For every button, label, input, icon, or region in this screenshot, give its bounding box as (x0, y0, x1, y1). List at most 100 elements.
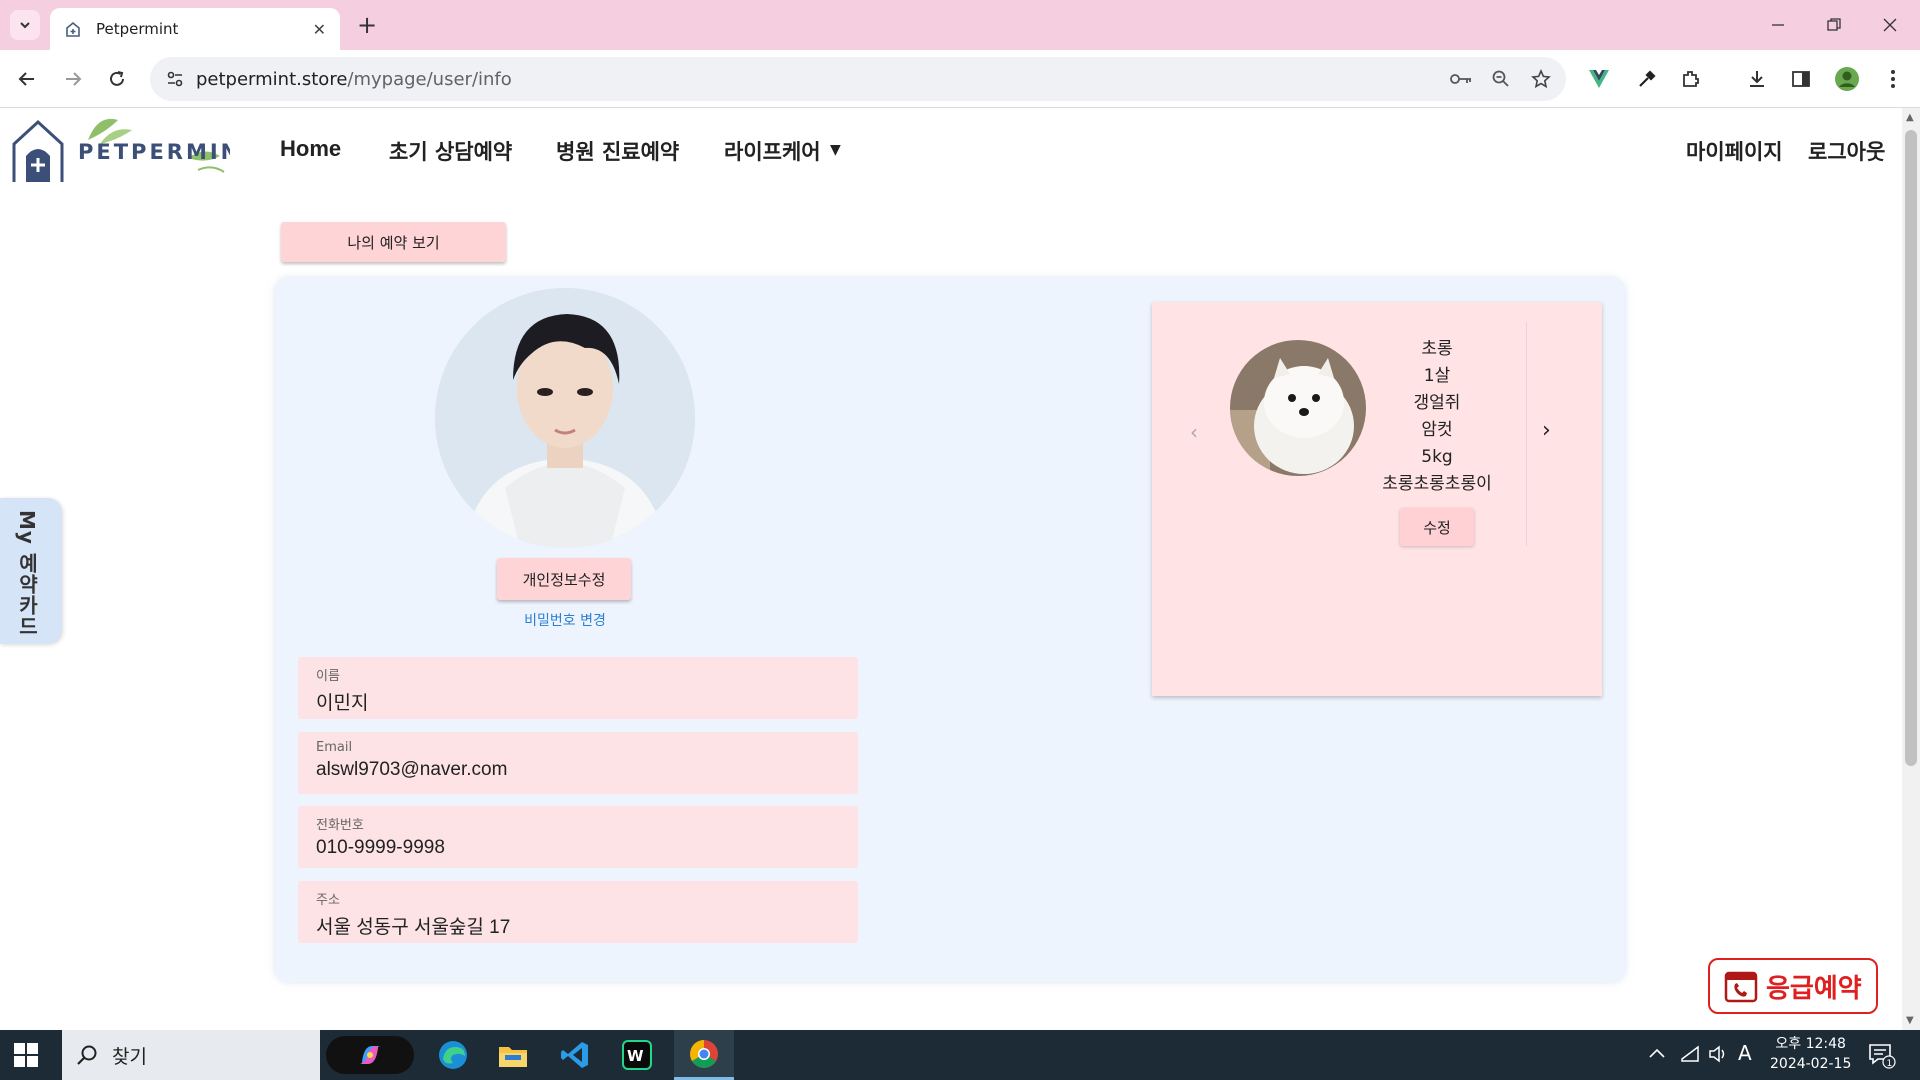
page-scrollbar[interactable]: ▲ ▼ (1902, 108, 1920, 1030)
scroll-up-icon[interactable]: ▲ (1906, 112, 1914, 123)
notification-count: 1 (1887, 1059, 1893, 1069)
start-button[interactable] (14, 1043, 38, 1071)
carousel-next-icon[interactable]: › (1542, 418, 1551, 443)
extensions-button[interactable] (1676, 64, 1706, 94)
name-label: 이름 (316, 669, 340, 684)
eyedropper-icon (1639, 70, 1656, 87)
phone-value: 010-9999-9998 (316, 837, 445, 858)
petpermint-logo[interactable]: PETPERMINT (8, 112, 230, 186)
tray-overflow-icon[interactable] (1648, 1045, 1666, 1063)
restore-button[interactable] (1806, 0, 1862, 50)
vue-devtools-extension[interactable] (1584, 64, 1614, 94)
notification-center-button[interactable]: 1 (1868, 1043, 1896, 1073)
url-path: /mypage/user/info (347, 68, 512, 90)
pet-slide: 초롱 1살 갱얼쥐 암컷 5kg 초롱초롱초롱이 수정 (1230, 322, 1527, 546)
more-vert-icon (1891, 70, 1895, 88)
password-key-button[interactable] (1446, 64, 1476, 94)
volume-icon[interactable] (1708, 1045, 1728, 1067)
vscode-taskbar-button[interactable] (546, 1030, 604, 1080)
address-value: 서울 성동구 서울숲길 17 (316, 917, 511, 938)
close-window-button[interactable] (1862, 0, 1918, 50)
view-my-reservations-button[interactable]: 나의 예약 보기 (281, 222, 506, 262)
new-tab-button[interactable]: + (352, 10, 382, 40)
name-value: 이민지 (316, 693, 369, 714)
webstorm-taskbar-button[interactable]: W (608, 1030, 666, 1080)
vue-icon (1589, 70, 1609, 88)
browser-toolbar: petpermint.store/mypage/user/info (0, 50, 1920, 108)
edge-taskbar-button[interactable] (424, 1030, 482, 1080)
file-explorer-button[interactable] (484, 1030, 542, 1080)
emergency-reservation-button[interactable]: 응급예약 (1708, 958, 1878, 1014)
taskbar-search-placeholder: 찾기 (112, 1045, 147, 1068)
pet-name: 초롱 (1421, 339, 1453, 359)
pet-edit-button[interactable]: 수정 (1400, 508, 1474, 546)
pet-carousel-card: ‹ 초롱 1살 갱얼쥐 암컷 5kg 초롱초롱초롱이 수정 › (1152, 302, 1602, 696)
nav-initial-consult[interactable]: 초기 상담예약 (389, 136, 512, 166)
reload-icon (110, 71, 124, 86)
user-avatar (435, 288, 695, 548)
edge-icon (439, 1041, 467, 1069)
reload-button[interactable] (102, 64, 132, 94)
pet-breed: 갱얼쥐 (1413, 393, 1461, 413)
address-label: 주소 (316, 893, 340, 908)
nav-home[interactable]: Home (280, 136, 341, 162)
tab-search-button[interactable] (10, 10, 40, 40)
puzzle-icon (1683, 71, 1699, 87)
scroll-down-icon[interactable]: ▼ (1906, 1015, 1914, 1026)
side-panel-button[interactable] (1786, 64, 1816, 94)
email-field: Email alswl9703@naver.com (298, 732, 858, 794)
scrollbar-thumb[interactable] (1905, 130, 1917, 766)
pet-weight: 5kg (1421, 447, 1453, 467)
profile-button[interactable] (1832, 64, 1862, 94)
downloads-button[interactable] (1742, 64, 1772, 94)
browser-menu-button[interactable] (1878, 64, 1908, 94)
side-tab-label: My 예약카드 (15, 510, 39, 637)
network-icon[interactable] (1680, 1045, 1700, 1067)
logo-text: PETPERMINT (78, 140, 230, 164)
site-info-button[interactable] (160, 64, 190, 94)
nav-logout[interactable]: 로그아웃 (1808, 136, 1885, 166)
notification-icon: 1 (1869, 1044, 1896, 1069)
url-text[interactable]: petpermint.store/mypage/user/info (196, 69, 1446, 90)
eyedropper-extension[interactable] (1632, 64, 1662, 94)
address-bar[interactable]: petpermint.store/mypage/user/info (150, 57, 1566, 101)
taskbar-clock[interactable]: 오후 12:48 2024-02-15 (1770, 1034, 1851, 1074)
user-photo (435, 288, 695, 548)
forward-button[interactable] (58, 64, 88, 94)
edit-profile-button[interactable]: 개인정보수정 (497, 558, 631, 600)
copilot-icon (326, 1036, 414, 1074)
browser-tab-active[interactable]: Petpermint ✕ (50, 8, 340, 50)
pet-age: 1살 (1423, 366, 1451, 386)
lifecare-dropdown-caret-icon[interactable]: ▼ (830, 142, 841, 158)
forward-arrow-icon (66, 72, 82, 86)
taskbar-search-box[interactable]: 찾기 (62, 1030, 320, 1080)
back-button[interactable] (12, 64, 42, 94)
minimize-button[interactable] (1750, 0, 1806, 50)
zoom-button[interactable] (1486, 64, 1516, 94)
emergency-phone-calendar-icon (1724, 971, 1758, 1003)
key-icon (1450, 74, 1471, 84)
nav-lifecare[interactable]: 라이프케어 (724, 136, 821, 166)
svg-text:W: W (627, 1047, 644, 1065)
minimize-icon (1772, 24, 1784, 26)
my-reservation-card-tab[interactable]: My 예약카드 (0, 498, 62, 644)
zoom-out-icon (1492, 70, 1509, 87)
chrome-taskbar-button[interactable] (674, 1030, 734, 1080)
tune-icon (167, 71, 183, 87)
search-icon (77, 1045, 97, 1065)
close-tab-icon[interactable]: ✕ (313, 20, 326, 39)
nav-mypage[interactable]: 마이페이지 (1686, 136, 1783, 166)
phone-field: 전화번호 010-9999-9998 (298, 806, 858, 868)
copilot-button[interactable] (326, 1030, 414, 1080)
profile-avatar-icon (1835, 67, 1859, 91)
petpermint-favicon-icon (66, 21, 80, 37)
chrome-icon (690, 1039, 718, 1068)
pet-info: 초롱 1살 갱얼쥐 암컷 5kg 초롱초롱초롱이 (1362, 336, 1512, 498)
nav-hospital-reservation[interactable]: 병원 진료예약 (556, 136, 679, 166)
bookmark-button[interactable] (1526, 64, 1556, 94)
carousel-prev-icon[interactable]: ‹ (1190, 420, 1198, 444)
restore-icon (1827, 18, 1841, 31)
ime-indicator[interactable]: A (1738, 1041, 1752, 1065)
windows-taskbar: 찾기 W A 오후 12:48 2024-02-15 1 (0, 1030, 1920, 1080)
change-password-link[interactable]: 비밀번호 변경 (435, 610, 695, 630)
